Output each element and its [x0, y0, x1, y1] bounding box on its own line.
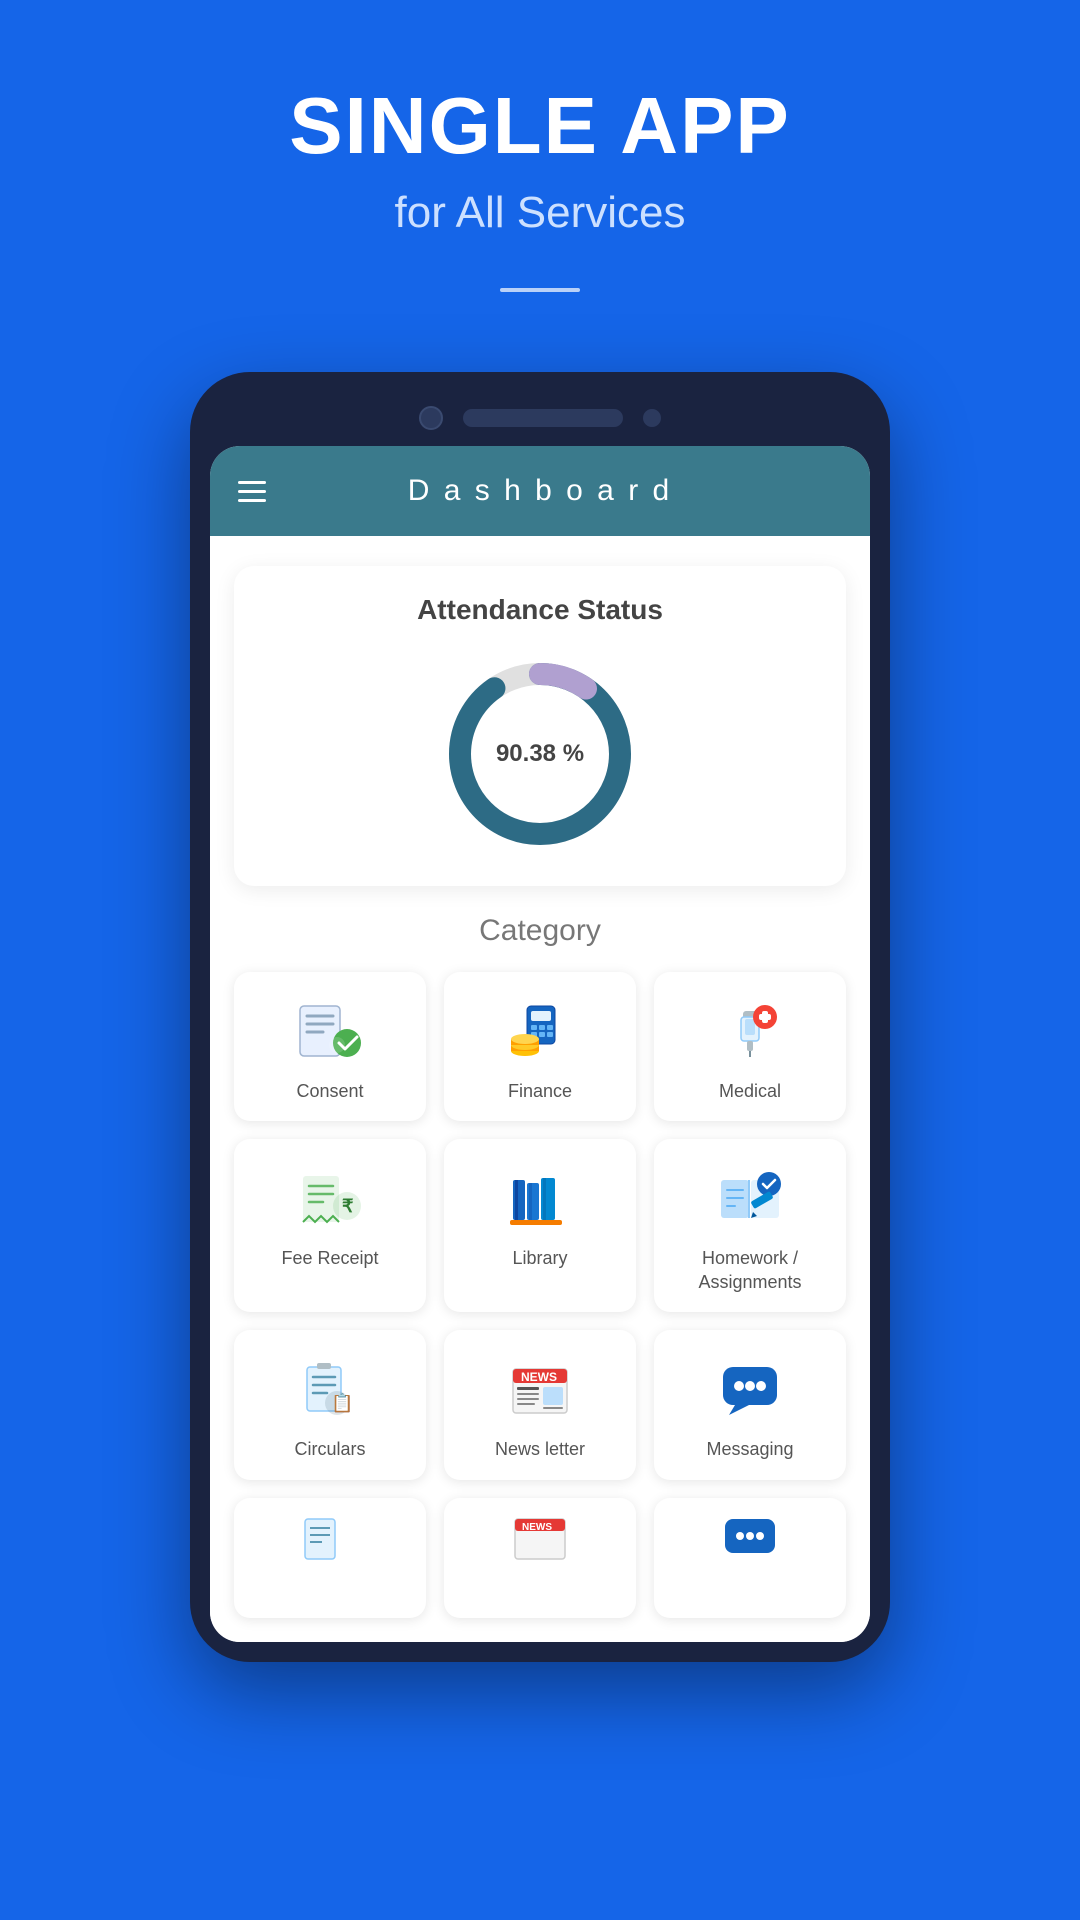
circulars-label: Circulars — [294, 1438, 365, 1461]
category-item-finance[interactable]: Finance — [444, 972, 636, 1121]
dashboard-title: D a s h b o a r d — [408, 474, 672, 508]
svg-text:NEWS: NEWS — [522, 1522, 552, 1533]
consent-label: Consent — [296, 1080, 363, 1103]
screen-content: Attendance Status 90.38 % Category — [210, 536, 870, 1642]
phone-frame: D a s h b o a r d Attendance Status 90.3… — [190, 372, 890, 1662]
newsletter-icon: NEWS — [500, 1354, 580, 1424]
phone-notch-bar — [210, 392, 870, 446]
phone-camera-icon — [419, 406, 443, 430]
partial-item-1[interactable] — [234, 1498, 426, 1618]
messaging-icon — [710, 1354, 790, 1424]
svg-text:₹: ₹ — [342, 1196, 354, 1216]
messaging-label: Messaging — [706, 1438, 793, 1461]
consent-icon — [290, 996, 370, 1066]
fee-receipt-icon: ₹ — [290, 1163, 370, 1233]
attendance-title: Attendance Status — [417, 594, 663, 626]
medical-label: Medical — [719, 1080, 781, 1103]
hamburger-menu-icon[interactable] — [238, 481, 266, 502]
finance-icon — [500, 996, 580, 1066]
fee-receipt-label: Fee Receipt — [281, 1247, 378, 1270]
dashboard-header: D a s h b o a r d — [210, 446, 870, 536]
phone-screen: D a s h b o a r d Attendance Status 90.3… — [210, 446, 870, 1642]
category-title: Category — [234, 914, 846, 948]
phone-sensor — [643, 409, 661, 427]
attendance-percentage: 90.38 % — [496, 740, 584, 768]
category-item-circulars[interactable]: 📋 Circulars — [234, 1330, 426, 1479]
category-item-fee-receipt[interactable]: ₹ Fee Receipt — [234, 1139, 426, 1312]
category-item-homework[interactable]: Homework / Assignments — [654, 1139, 846, 1312]
category-section: Category — [234, 914, 846, 1618]
hero-subtitle: for All Services — [395, 188, 686, 238]
homework-icon — [710, 1163, 790, 1233]
circulars-icon: 📋 — [290, 1354, 370, 1424]
hero-title: SINGLE APP — [289, 80, 791, 172]
divider — [500, 288, 580, 292]
category-item-consent[interactable]: Consent — [234, 972, 426, 1121]
category-grid: Consent — [234, 972, 846, 1480]
attendance-donut-chart: 90.38 % — [440, 654, 640, 854]
medical-icon — [710, 996, 790, 1066]
finance-label: Finance — [508, 1080, 572, 1103]
svg-text:📋: 📋 — [331, 1392, 353, 1413]
category-item-newsletter[interactable]: NEWS News letter — [444, 1330, 636, 1479]
partial-item-2[interactable]: NEWS — [444, 1498, 636, 1618]
attendance-card: Attendance Status 90.38 % — [234, 566, 846, 886]
hero-section: SINGLE APP for All Services — [0, 0, 1080, 372]
svg-text:NEWS: NEWS — [521, 1370, 557, 1384]
partial-item-3[interactable] — [654, 1498, 846, 1618]
category-item-medical[interactable]: Medical — [654, 972, 846, 1121]
library-label: Library — [512, 1247, 567, 1270]
homework-label: Homework / Assignments — [666, 1247, 834, 1294]
category-item-messaging[interactable]: Messaging — [654, 1330, 846, 1479]
bottom-partial-row: NEWS — [234, 1498, 846, 1618]
category-item-library[interactable]: Library — [444, 1139, 636, 1312]
library-icon — [500, 1163, 580, 1233]
newsletter-label: News letter — [495, 1438, 585, 1461]
phone-speaker — [463, 409, 623, 427]
